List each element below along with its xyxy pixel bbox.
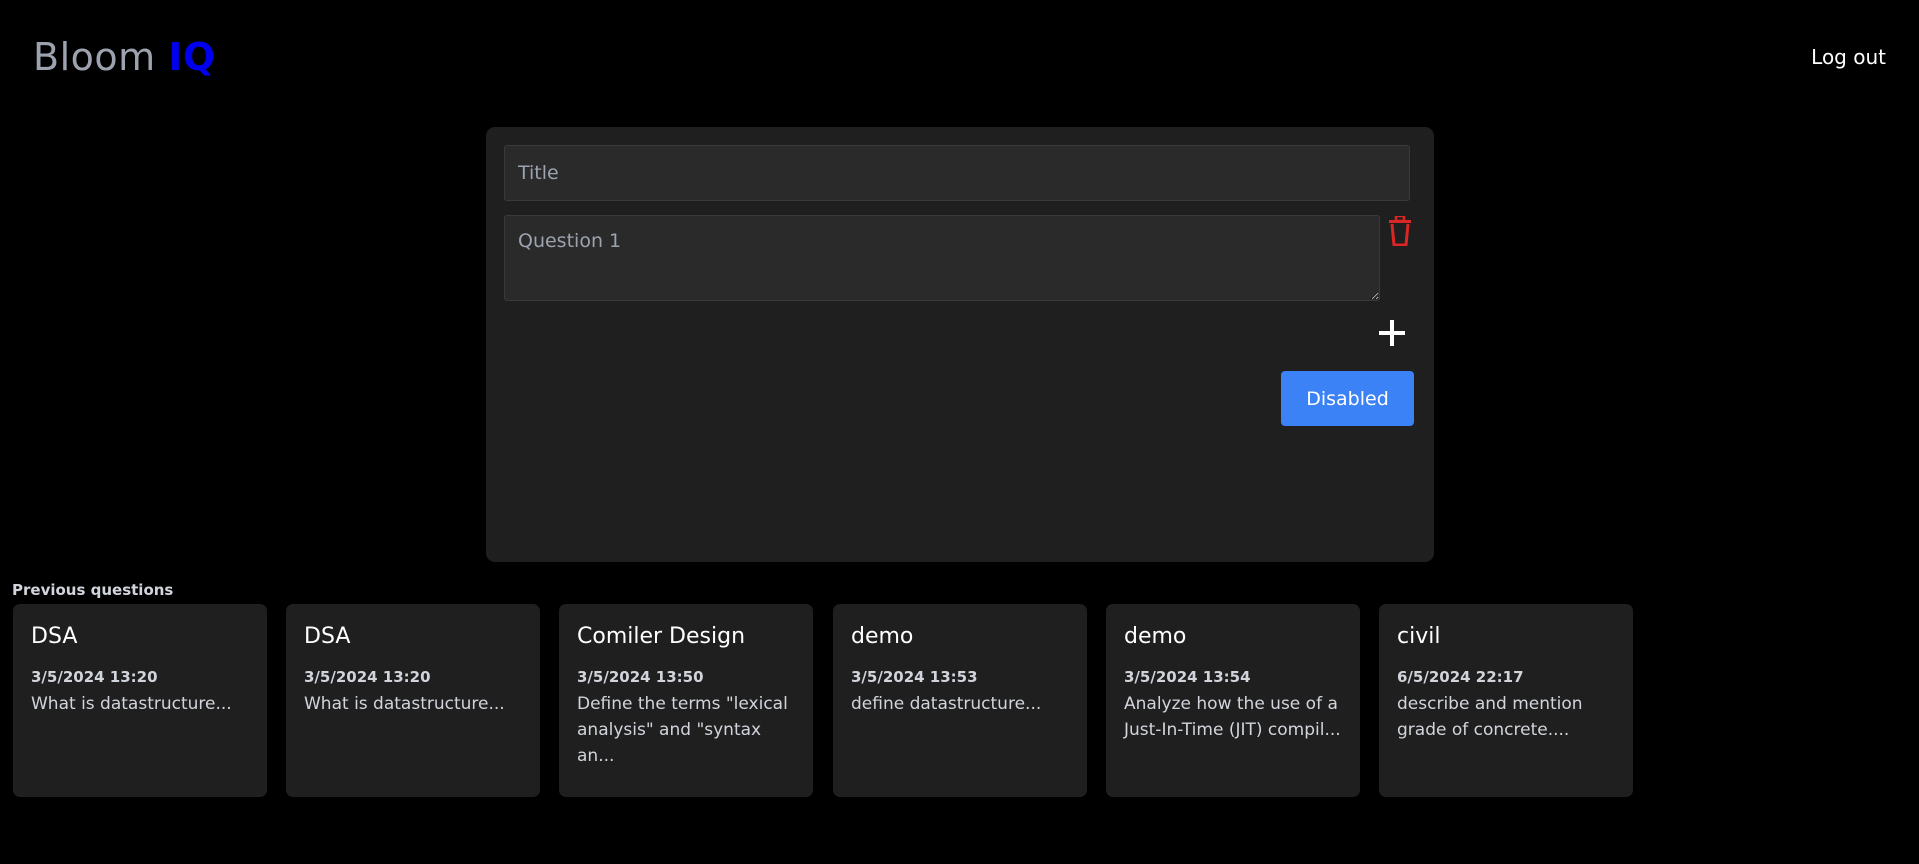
top-header: Bloom IQ Log out	[0, 0, 1919, 110]
card-preview: Define the terms "lexical analysis" and …	[577, 694, 788, 766]
question-input[interactable]	[504, 215, 1380, 301]
trash-icon[interactable]	[1387, 214, 1413, 247]
card-date: 6/5/2024 22:17	[1397, 668, 1524, 686]
plus-icon[interactable]	[1377, 318, 1407, 348]
card-title: demo	[851, 624, 914, 649]
submit-button[interactable]: Disabled	[1281, 371, 1414, 426]
logo-accent: IQ	[168, 35, 216, 79]
card-title: DSA	[31, 624, 78, 649]
question-card[interactable]: DSA 3/5/2024 13:20 What is datastructure…	[13, 604, 267, 797]
card-title: demo	[1124, 624, 1187, 649]
card-preview: Analyze how the use of a Just-In-Time (J…	[1124, 694, 1341, 740]
card-preview: define datastructure...	[851, 694, 1042, 714]
title-input[interactable]	[504, 145, 1410, 201]
question-form: Disabled	[486, 127, 1434, 562]
card-title: civil	[1397, 624, 1441, 649]
card-date: 3/5/2024 13:54	[1124, 668, 1251, 686]
card-preview: What is datastructure...	[31, 694, 232, 714]
question-card[interactable]: demo 3/5/2024 13:54 Analyze how the use …	[1106, 604, 1360, 797]
question-card[interactable]: demo 3/5/2024 13:53 define datastructure…	[833, 604, 1087, 797]
question-card[interactable]: civil 6/5/2024 22:17 describe and mentio…	[1379, 604, 1633, 797]
question-card[interactable]: Comiler Design 3/5/2024 13:50 Define the…	[559, 604, 813, 797]
card-date: 3/5/2024 13:20	[31, 668, 158, 686]
card-preview: What is datastructure...	[304, 694, 505, 714]
app-logo[interactable]: Bloom IQ	[33, 33, 216, 81]
card-date: 3/5/2024 13:53	[851, 668, 978, 686]
logo-text: Bloom	[33, 35, 169, 79]
card-title: DSA	[304, 624, 351, 649]
logout-button[interactable]: Log out	[1811, 44, 1886, 70]
card-preview: describe and mention grade of concrete..…	[1397, 694, 1583, 740]
previous-questions-heading: Previous questions	[12, 581, 174, 599]
card-title: Comiler Design	[577, 624, 746, 649]
card-date: 3/5/2024 13:20	[304, 668, 431, 686]
question-card[interactable]: DSA 3/5/2024 13:20 What is datastructure…	[286, 604, 540, 797]
card-date: 3/5/2024 13:50	[577, 668, 704, 686]
